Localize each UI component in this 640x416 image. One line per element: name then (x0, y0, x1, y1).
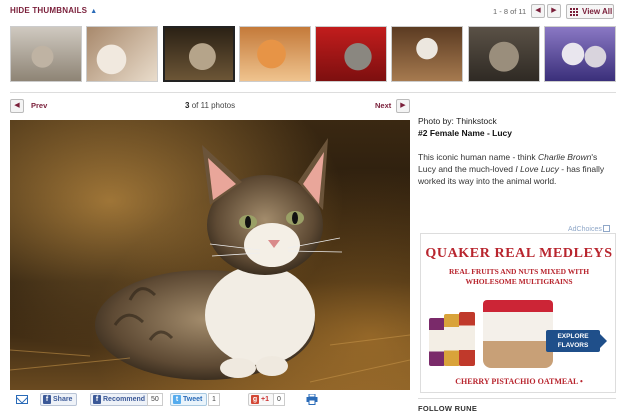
thumbnail-3-active[interactable] (162, 26, 235, 82)
divider (10, 92, 616, 93)
ad-brand: QUAKER REAL MEDLEYS (425, 246, 613, 261)
prev-photo-button[interactable]: ◀ (10, 99, 24, 113)
tweet-count: 1 (208, 393, 220, 406)
main-photo[interactable] (10, 120, 410, 390)
thumbnail-range-counter: 1 - 8 of 11 (493, 7, 527, 16)
adchoices-link[interactable]: AdChoices (568, 225, 610, 233)
photo-description: This iconic human name - think Charlie B… (418, 152, 605, 186)
ad-tagline: REAL FRUITS AND NUTS MIXED WITH WHOLESOM… (448, 267, 590, 286)
thumbnail-5[interactable] (315, 26, 388, 82)
explore-flavors-button[interactable]: EXPLORE FLAVORS (546, 330, 607, 352)
adchoices-icon (602, 225, 610, 232)
google-plus-icon: g (251, 395, 259, 404)
social-share-bar: f Share f Recommend 50 t Tweet 1 g +1 0 (10, 392, 410, 410)
advertisement[interactable]: QUAKER REAL MEDLEYS REAL FRUITS AND NUTS… (420, 233, 616, 393)
follow-heading: FOLLOW RUNE (418, 398, 616, 413)
photo-credit: Photo by: Thinkstock (418, 116, 497, 126)
recommend-count: 50 (147, 393, 163, 406)
prev-photo-link[interactable]: Prev (31, 101, 47, 110)
thumbnail-6[interactable] (391, 26, 464, 82)
thumbnail-8[interactable] (543, 26, 616, 82)
thumbnail-2[interactable] (86, 26, 159, 82)
facebook-recommend-button[interactable]: f Recommend (90, 393, 151, 406)
facebook-icon: f (43, 395, 51, 404)
current-photo-number: 3 (185, 101, 190, 110)
google-plus-one-button[interactable]: g +1 (248, 393, 274, 406)
grid-icon (570, 8, 578, 16)
gallery-toolbar: HIDE THUMBNAILS ▲ 1 - 8 of 11 ◀ ▶ View Al… (0, 0, 640, 24)
ad-flavor-name: CHERRY PISTACHIO OATMEAL • (455, 377, 583, 386)
thumbs-next-button[interactable]: ▶ (547, 4, 561, 18)
photo-counter: 3 of 11 photos (185, 101, 235, 110)
thumbnail-strip (10, 26, 616, 84)
caret-up-icon: ▲ (90, 8, 98, 15)
next-photo-link[interactable]: Next (375, 101, 391, 110)
thumbnail-1[interactable] (10, 26, 82, 82)
kitten-illustration (10, 138, 410, 383)
photo-title: #2 Female Name - Lucy (418, 128, 513, 138)
view-all-button[interactable]: View All (566, 4, 614, 19)
thumbnail-4[interactable] (238, 26, 311, 82)
photo-total-text: of 11 photos (191, 101, 236, 110)
facebook-icon: f (93, 395, 101, 404)
thumbs-prev-button[interactable]: ◀ (531, 4, 545, 18)
hide-thumbnails-link[interactable]: HIDE THUMBNAILS ▲ (10, 6, 97, 15)
plus-one-count: 0 (273, 393, 285, 406)
thumbnail-7[interactable] (467, 26, 540, 82)
facebook-share-button[interactable]: f Share (40, 393, 78, 406)
email-icon[interactable] (16, 395, 28, 404)
tweet-button[interactable]: t Tweet (170, 393, 208, 406)
twitter-icon: t (173, 395, 181, 404)
next-photo-button[interactable]: ▶ (396, 99, 410, 113)
print-icon[interactable] (306, 394, 318, 405)
